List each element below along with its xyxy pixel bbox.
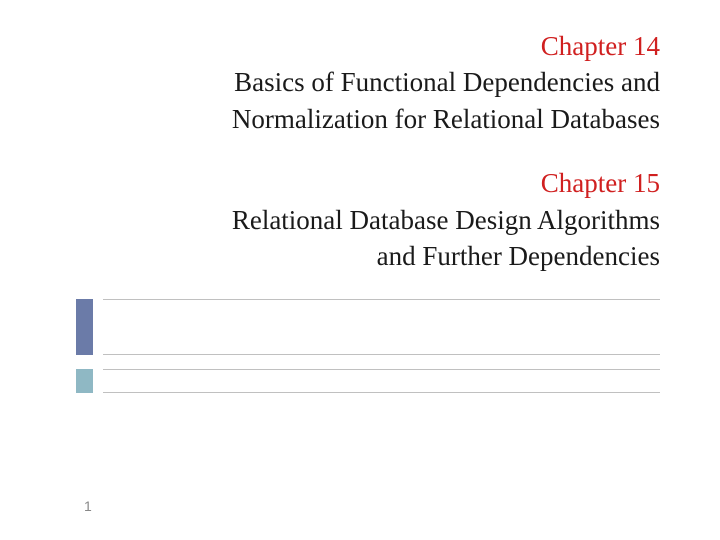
chapter-14-title-line-1: Basics of Functional Dependencies and <box>60 64 660 100</box>
page-number: 1 <box>84 498 92 514</box>
chapter-15-title-line-1: Relational Database Design Algorithms <box>60 202 660 238</box>
content-body-1 <box>103 299 660 355</box>
content-box-2 <box>76 369 660 393</box>
slide-title-area: Chapter 14 Basics of Functional Dependen… <box>0 0 720 275</box>
accent-bar-1 <box>76 299 93 355</box>
chapter-15-label: Chapter 15 <box>60 165 660 201</box>
content-body-2 <box>103 369 660 393</box>
content-placeholder-area <box>0 299 720 393</box>
content-box-1 <box>76 299 660 355</box>
title-spacer <box>60 137 660 165</box>
accent-bar-2 <box>76 369 93 393</box>
chapter-15-title-line-2: and Further Dependencies <box>60 238 660 274</box>
chapter-14-label: Chapter 14 <box>60 28 660 64</box>
chapter-14-title-line-2: Normalization for Relational Databases <box>60 101 660 137</box>
